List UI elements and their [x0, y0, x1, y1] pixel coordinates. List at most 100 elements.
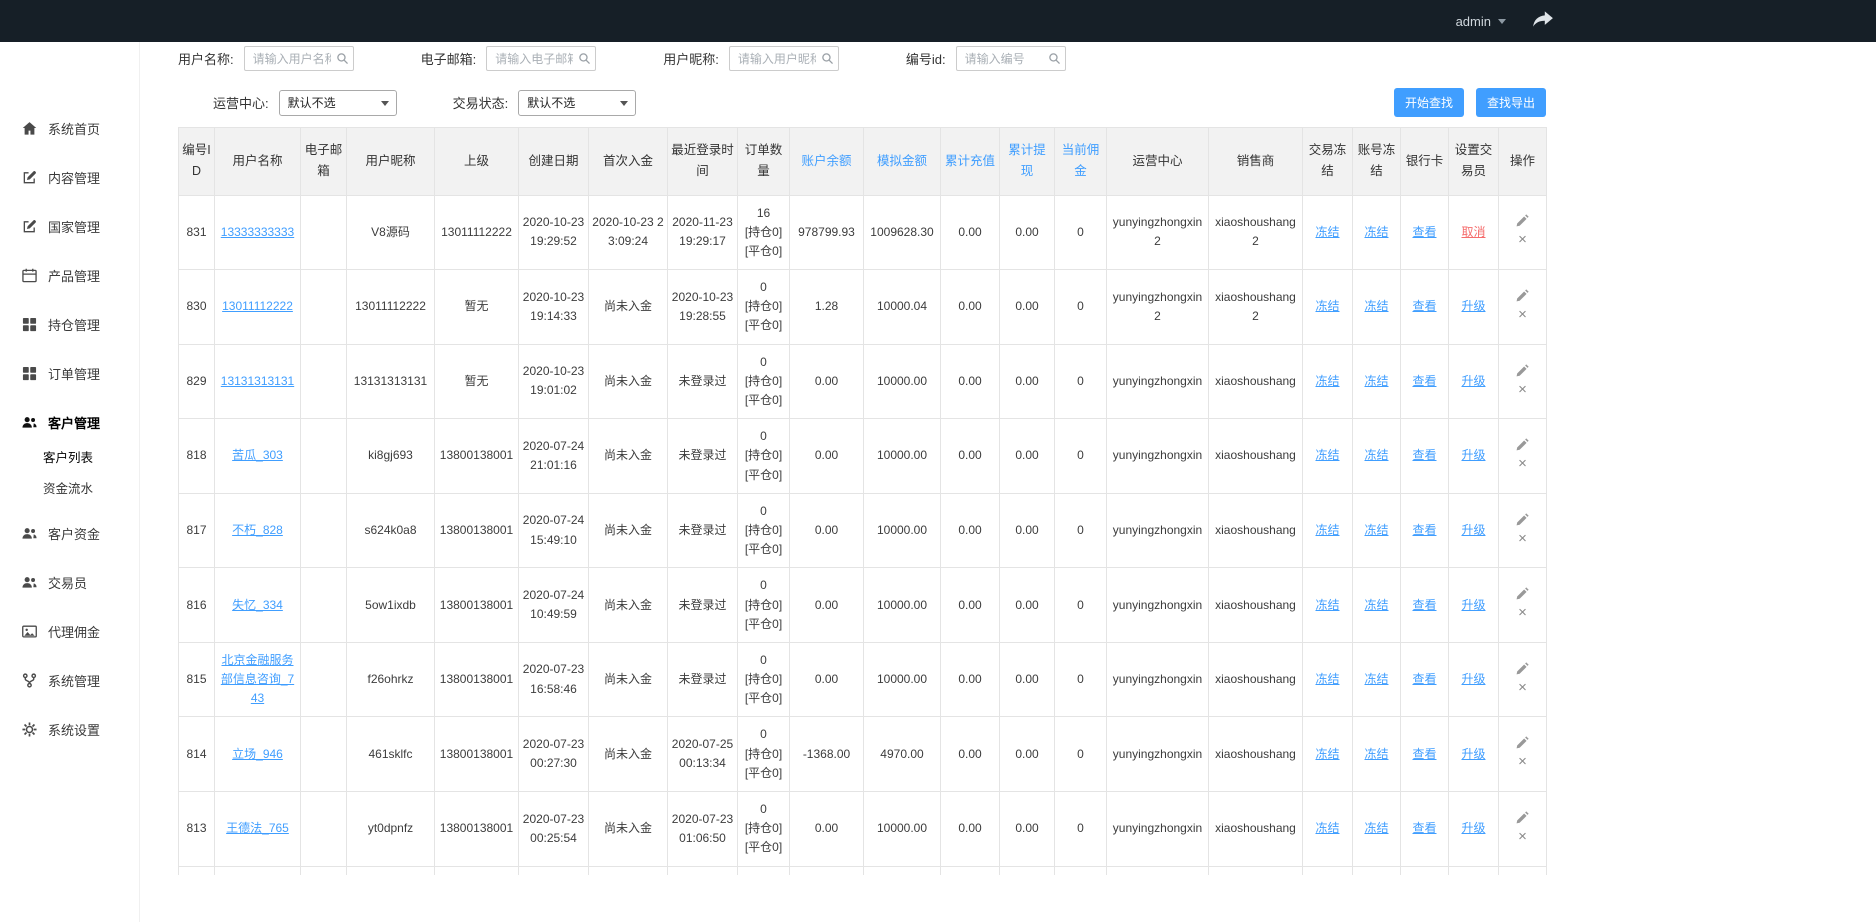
username-link[interactable]: 失忆_334: [232, 598, 283, 612]
trade-status-select[interactable]: 默认不选: [518, 90, 636, 116]
cell-total-recharge: 0.00: [941, 419, 1000, 494]
export-button[interactable]: 查找导出: [1476, 88, 1546, 117]
sidebar-item-customer[interactable]: 客户管理: [0, 398, 139, 447]
edit-icon[interactable]: [1502, 289, 1543, 306]
delete-icon[interactable]: ×: [1502, 381, 1543, 400]
trade-freeze-link[interactable]: 冻结: [1315, 299, 1339, 313]
column-header[interactable]: 累计提现: [1000, 128, 1055, 196]
delete-icon[interactable]: ×: [1502, 455, 1543, 474]
account-freeze-link[interactable]: 冻结: [1364, 448, 1388, 462]
edit-icon[interactable]: [1502, 214, 1543, 231]
trade-freeze-link[interactable]: 冻结: [1315, 747, 1339, 761]
sidebar-item-home[interactable]: 系统首页: [0, 104, 139, 153]
bank-card-link[interactable]: 查看: [1412, 299, 1436, 313]
username-link[interactable]: 13333333333: [221, 225, 294, 239]
edit-icon[interactable]: [1502, 364, 1543, 381]
account-freeze-link[interactable]: 冻结: [1364, 225, 1388, 239]
edit-icon[interactable]: [1502, 587, 1543, 604]
edit-icon[interactable]: [1502, 736, 1543, 753]
delete-icon[interactable]: ×: [1502, 753, 1543, 772]
sidebar-item-position[interactable]: 持仓管理: [0, 300, 139, 349]
delete-icon[interactable]: ×: [1502, 231, 1543, 250]
cell-operation-center: yunyingzhongxin2: [1107, 270, 1209, 345]
account-freeze-link[interactable]: 冻结: [1364, 672, 1388, 686]
bank-card-link[interactable]: 查看: [1412, 448, 1436, 462]
cell-bank-card: 查看: [1401, 717, 1449, 792]
delete-icon[interactable]: ×: [1502, 306, 1543, 325]
trade-freeze-link[interactable]: 冻结: [1315, 225, 1339, 239]
logout-button[interactable]: [1532, 10, 1554, 33]
username-filter-label: 用户名称:: [178, 49, 234, 68]
edit-icon[interactable]: [1502, 662, 1543, 679]
sidebar-subitem[interactable]: 资金流水: [0, 472, 139, 503]
sidebar-subitem[interactable]: 客户列表: [0, 441, 139, 472]
trade-freeze-link[interactable]: 冻结: [1315, 598, 1339, 612]
bank-card-link[interactable]: 查看: [1412, 374, 1436, 388]
set-trader-link[interactable]: 取消: [1461, 225, 1485, 239]
set-trader-link[interactable]: 升级: [1461, 821, 1485, 835]
column-header[interactable]: 当前佣金: [1055, 128, 1107, 196]
cell-demo-amount: 10000.00: [864, 419, 941, 494]
search-button[interactable]: 开始查找: [1394, 88, 1464, 117]
trade-freeze-link[interactable]: 冻结: [1315, 374, 1339, 388]
sidebar-item-commission[interactable]: 代理佣金: [0, 607, 139, 656]
bank-card-link[interactable]: 查看: [1412, 225, 1436, 239]
sidebar-item-trader[interactable]: 交易员: [0, 558, 139, 607]
username-link[interactable]: 立场_946: [232, 747, 283, 761]
column-header[interactable]: 账户余额: [790, 128, 864, 196]
sidebar-item-country[interactable]: 国家管理: [0, 202, 139, 251]
sidebar-item-content[interactable]: 内容管理: [0, 153, 139, 202]
cell-total-withdraw: 0.00: [1000, 642, 1055, 717]
cell-commission: 0: [1055, 270, 1107, 345]
username-link[interactable]: 王德法_765: [226, 821, 289, 835]
sidebar-item-product[interactable]: 产品管理: [0, 251, 139, 300]
cell-email: [301, 419, 347, 494]
sidebar-item-label: 客户资金: [48, 524, 100, 543]
username-link[interactable]: 不朽_828: [232, 523, 283, 537]
user-menu[interactable]: admin: [1456, 14, 1506, 29]
edit-icon[interactable]: [1502, 513, 1543, 530]
bank-card-link[interactable]: 查看: [1412, 598, 1436, 612]
account-freeze-link[interactable]: 冻结: [1364, 299, 1388, 313]
set-trader-link[interactable]: 升级: [1461, 448, 1485, 462]
set-trader-link[interactable]: 升级: [1461, 598, 1485, 612]
account-freeze-link[interactable]: 冻结: [1364, 598, 1388, 612]
column-header[interactable]: 累计充值: [941, 128, 1000, 196]
bank-card-link[interactable]: 查看: [1412, 747, 1436, 761]
delete-icon[interactable]: ×: [1502, 604, 1543, 623]
set-trader-link[interactable]: 升级: [1461, 374, 1485, 388]
edit-icon[interactable]: [1502, 438, 1543, 455]
column-header: 创建日期: [519, 128, 589, 196]
sidebar-item-order[interactable]: 订单管理: [0, 349, 139, 398]
username-link[interactable]: 苦瓜_303: [232, 448, 283, 462]
cell-email: [301, 792, 347, 867]
trade-freeze-link[interactable]: 冻结: [1315, 821, 1339, 835]
username-link[interactable]: 北京金融服务部信息咨询_743: [221, 653, 294, 705]
account-freeze-link[interactable]: 冻结: [1364, 821, 1388, 835]
sidebar-item-system[interactable]: 系统管理: [0, 656, 139, 705]
column-header: 账号冻结: [1353, 128, 1401, 196]
set-trader-link[interactable]: 升级: [1461, 747, 1485, 761]
edit-icon[interactable]: [1502, 811, 1543, 828]
set-trader-link[interactable]: 升级: [1461, 299, 1485, 313]
set-trader-link[interactable]: 升级: [1461, 523, 1485, 537]
bank-card-link[interactable]: 查看: [1412, 672, 1436, 686]
username-link[interactable]: 13131313131: [221, 374, 294, 388]
column-header[interactable]: 模拟金额: [864, 128, 941, 196]
account-freeze-link[interactable]: 冻结: [1364, 374, 1388, 388]
username-link[interactable]: 13011112222: [222, 299, 293, 313]
trade-freeze-link[interactable]: 冻结: [1315, 448, 1339, 462]
delete-icon[interactable]: ×: [1502, 530, 1543, 549]
center-select[interactable]: 默认不选: [279, 90, 397, 116]
delete-icon[interactable]: ×: [1502, 828, 1543, 847]
trade-freeze-link[interactable]: 冻结: [1315, 672, 1339, 686]
set-trader-link[interactable]: 升级: [1461, 672, 1485, 686]
trade-freeze-link[interactable]: 冻结: [1315, 523, 1339, 537]
account-freeze-link[interactable]: 冻结: [1364, 523, 1388, 537]
sidebar-item-funds[interactable]: 客户资金: [0, 509, 139, 558]
sidebar-item-settings[interactable]: 系统设置: [0, 705, 139, 754]
bank-card-link[interactable]: 查看: [1412, 821, 1436, 835]
account-freeze-link[interactable]: 冻结: [1364, 747, 1388, 761]
bank-card-link[interactable]: 查看: [1412, 523, 1436, 537]
delete-icon[interactable]: ×: [1502, 679, 1543, 698]
